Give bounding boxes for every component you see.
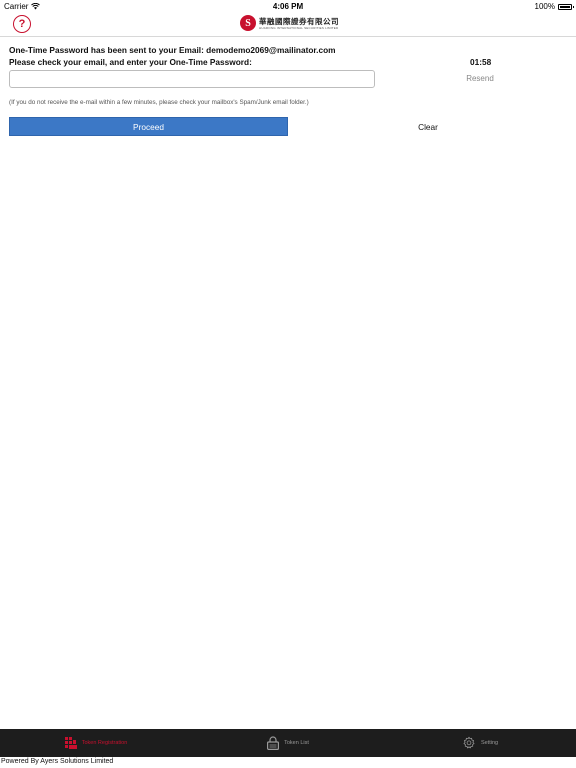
clear-button[interactable]: Clear — [398, 117, 458, 136]
status-bar: Carrier 4:06 PM 100% — [0, 0, 576, 12]
tab-setting[interactable]: Setting — [384, 729, 576, 757]
logo-english-name: HUARONG INTERNATIONAL SECURITIES LIMITED — [259, 25, 339, 30]
battery-info: 100% — [534, 2, 574, 11]
bottom-tab-bar: Token Registration Token List Setting — [0, 729, 576, 757]
logo-mark-icon: S — [240, 15, 256, 31]
help-button[interactable]: ? — [13, 15, 31, 33]
powered-by-footer: Powered By Ayers Solutions Limited — [1, 758, 114, 765]
otp-countdown-timer: 01:58 — [470, 57, 492, 67]
battery-icon — [558, 3, 574, 10]
otp-instruction: Please check your email, and enter your … — [9, 57, 252, 67]
token-registration-icon — [64, 737, 77, 749]
logo-text: 華融國際證券有限公司 HUARONG INTERNATIONAL SECURIT… — [259, 17, 339, 30]
tab-label-token-registration: Token Registration — [81, 740, 128, 746]
app-header: ? S 華融國際證券有限公司 HUARONG INTERNATIONAL SEC… — [0, 12, 576, 37]
battery-percentage: 100% — [534, 2, 555, 11]
tab-token-list[interactable]: Token List — [192, 729, 384, 757]
question-mark-icon: ? — [18, 18, 26, 30]
gear-icon — [463, 736, 475, 749]
otp-sent-message: One-Time Password has been sent to your … — [9, 45, 336, 55]
spam-folder-hint: (If you do not receive the e-mail within… — [9, 99, 309, 106]
otp-input[interactable] — [9, 70, 375, 88]
tab-label-token-list: Token List — [284, 740, 309, 746]
proceed-button[interactable]: Proceed — [9, 117, 288, 136]
company-logo: S 華融國際證券有限公司 HUARONG INTERNATIONAL SECUR… — [240, 15, 339, 31]
token-list-icon — [267, 736, 280, 750]
tab-token-registration[interactable]: Token Registration — [0, 729, 192, 757]
tab-label-setting: Setting — [480, 740, 499, 746]
resend-button[interactable]: Resend — [452, 74, 508, 83]
logo-chinese-name: 華融國際證券有限公司 — [259, 16, 339, 26]
status-time: 4:06 PM — [272, 2, 304, 11]
